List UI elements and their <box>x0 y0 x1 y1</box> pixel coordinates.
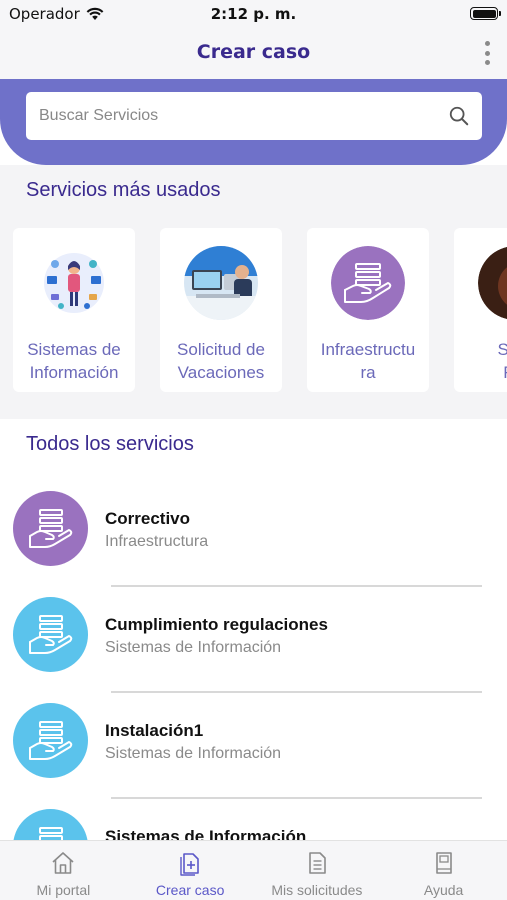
tab-crear-caso[interactable]: Crear caso <box>127 841 254 900</box>
service-category: Sistemas de Información <box>105 639 282 656</box>
hand-server-icon <box>13 703 88 778</box>
service-name: Cumplimiento regulaciones <box>105 615 328 634</box>
divider <box>111 797 482 799</box>
more-vertical-icon[interactable] <box>481 40 493 66</box>
service-card-servicios-fisicos[interactable]: Serv Fís <box>454 228 507 392</box>
search-band <box>0 79 507 165</box>
people-tech-illustration-icon <box>37 246 111 320</box>
document-add-icon <box>180 853 199 876</box>
all-services-title: Todos los servicios <box>26 433 194 455</box>
service-card-label: Sistemas de Información <box>27 340 121 382</box>
tab-mis-solicitudes[interactable]: Mis solicitudes <box>254 841 381 900</box>
hand-server-icon <box>13 597 88 672</box>
service-name: Instalación1 <box>105 721 204 740</box>
service-card-vacaciones[interactable]: Solicitud de Vacaciones <box>160 228 282 392</box>
service-card-label: Infraestructu ra <box>320 340 416 382</box>
service-name: Correctivo <box>105 509 191 528</box>
service-category: Infraestructura <box>105 533 209 550</box>
battery-icon <box>470 7 501 20</box>
tab-label: Mis solicitudes <box>271 882 363 898</box>
popular-services-section: Servicios más usados Sistemas de Informa… <box>0 165 507 419</box>
book-icon <box>435 852 452 874</box>
service-card-label: Solicitud de Vacaciones <box>177 340 265 382</box>
service-list-item[interactable]: Correctivo Infraestructura <box>0 491 507 597</box>
search-box[interactable] <box>26 92 482 140</box>
tab-label: Crear caso <box>155 882 225 898</box>
tab-label: Ayuda <box>423 882 464 898</box>
all-services-section: Todos los servicios Correctivo Infraestr… <box>0 419 507 840</box>
dark-photo-icon <box>478 246 507 320</box>
home-icon <box>52 852 74 874</box>
document-list-icon <box>309 852 326 874</box>
popular-services-title: Servicios más usados <box>26 179 221 201</box>
service-card-infraestructura[interactable]: Infraestructu ra <box>307 228 429 392</box>
status-time: 2:12 p. m. <box>210 5 297 23</box>
tab-label: Mi portal <box>36 882 91 898</box>
service-name: Sistemas de Información <box>105 827 307 840</box>
search-icon[interactable] <box>448 105 470 127</box>
hand-server-icon <box>331 246 405 320</box>
service-card-label: Serv Fís <box>497 340 507 382</box>
tab-mi-portal[interactable]: Mi portal <box>0 841 127 900</box>
service-list-item[interactable]: Cumplimiento regulaciones Sistemas de In… <box>0 597 507 703</box>
tab-bar: Mi portal Crear caso Mis solicitudes Ayu… <box>0 840 507 900</box>
service-list-item[interactable]: Sistemas de Información <box>0 809 507 840</box>
search-input[interactable] <box>39 107 448 125</box>
service-category: Sistemas de Información <box>105 745 282 762</box>
divider <box>111 691 482 693</box>
popular-services-carousel[interactable]: Sistemas de Información Solicitud de Vac… <box>13 228 507 392</box>
office-desk-photo-icon <box>184 246 258 320</box>
status-bar: Operador 2:12 p. m. <box>0 0 507 28</box>
hand-server-icon <box>13 491 88 566</box>
hand-server-icon <box>13 809 88 840</box>
tab-ayuda[interactable]: Ayuda <box>380 841 507 900</box>
service-card-sistemas[interactable]: Sistemas de Información <box>13 228 135 392</box>
divider <box>111 585 482 587</box>
service-list-item[interactable]: Instalación1 Sistemas de Información <box>0 703 507 809</box>
page-title: Crear caso <box>196 41 311 63</box>
nav-bar: Crear caso <box>0 28 507 80</box>
